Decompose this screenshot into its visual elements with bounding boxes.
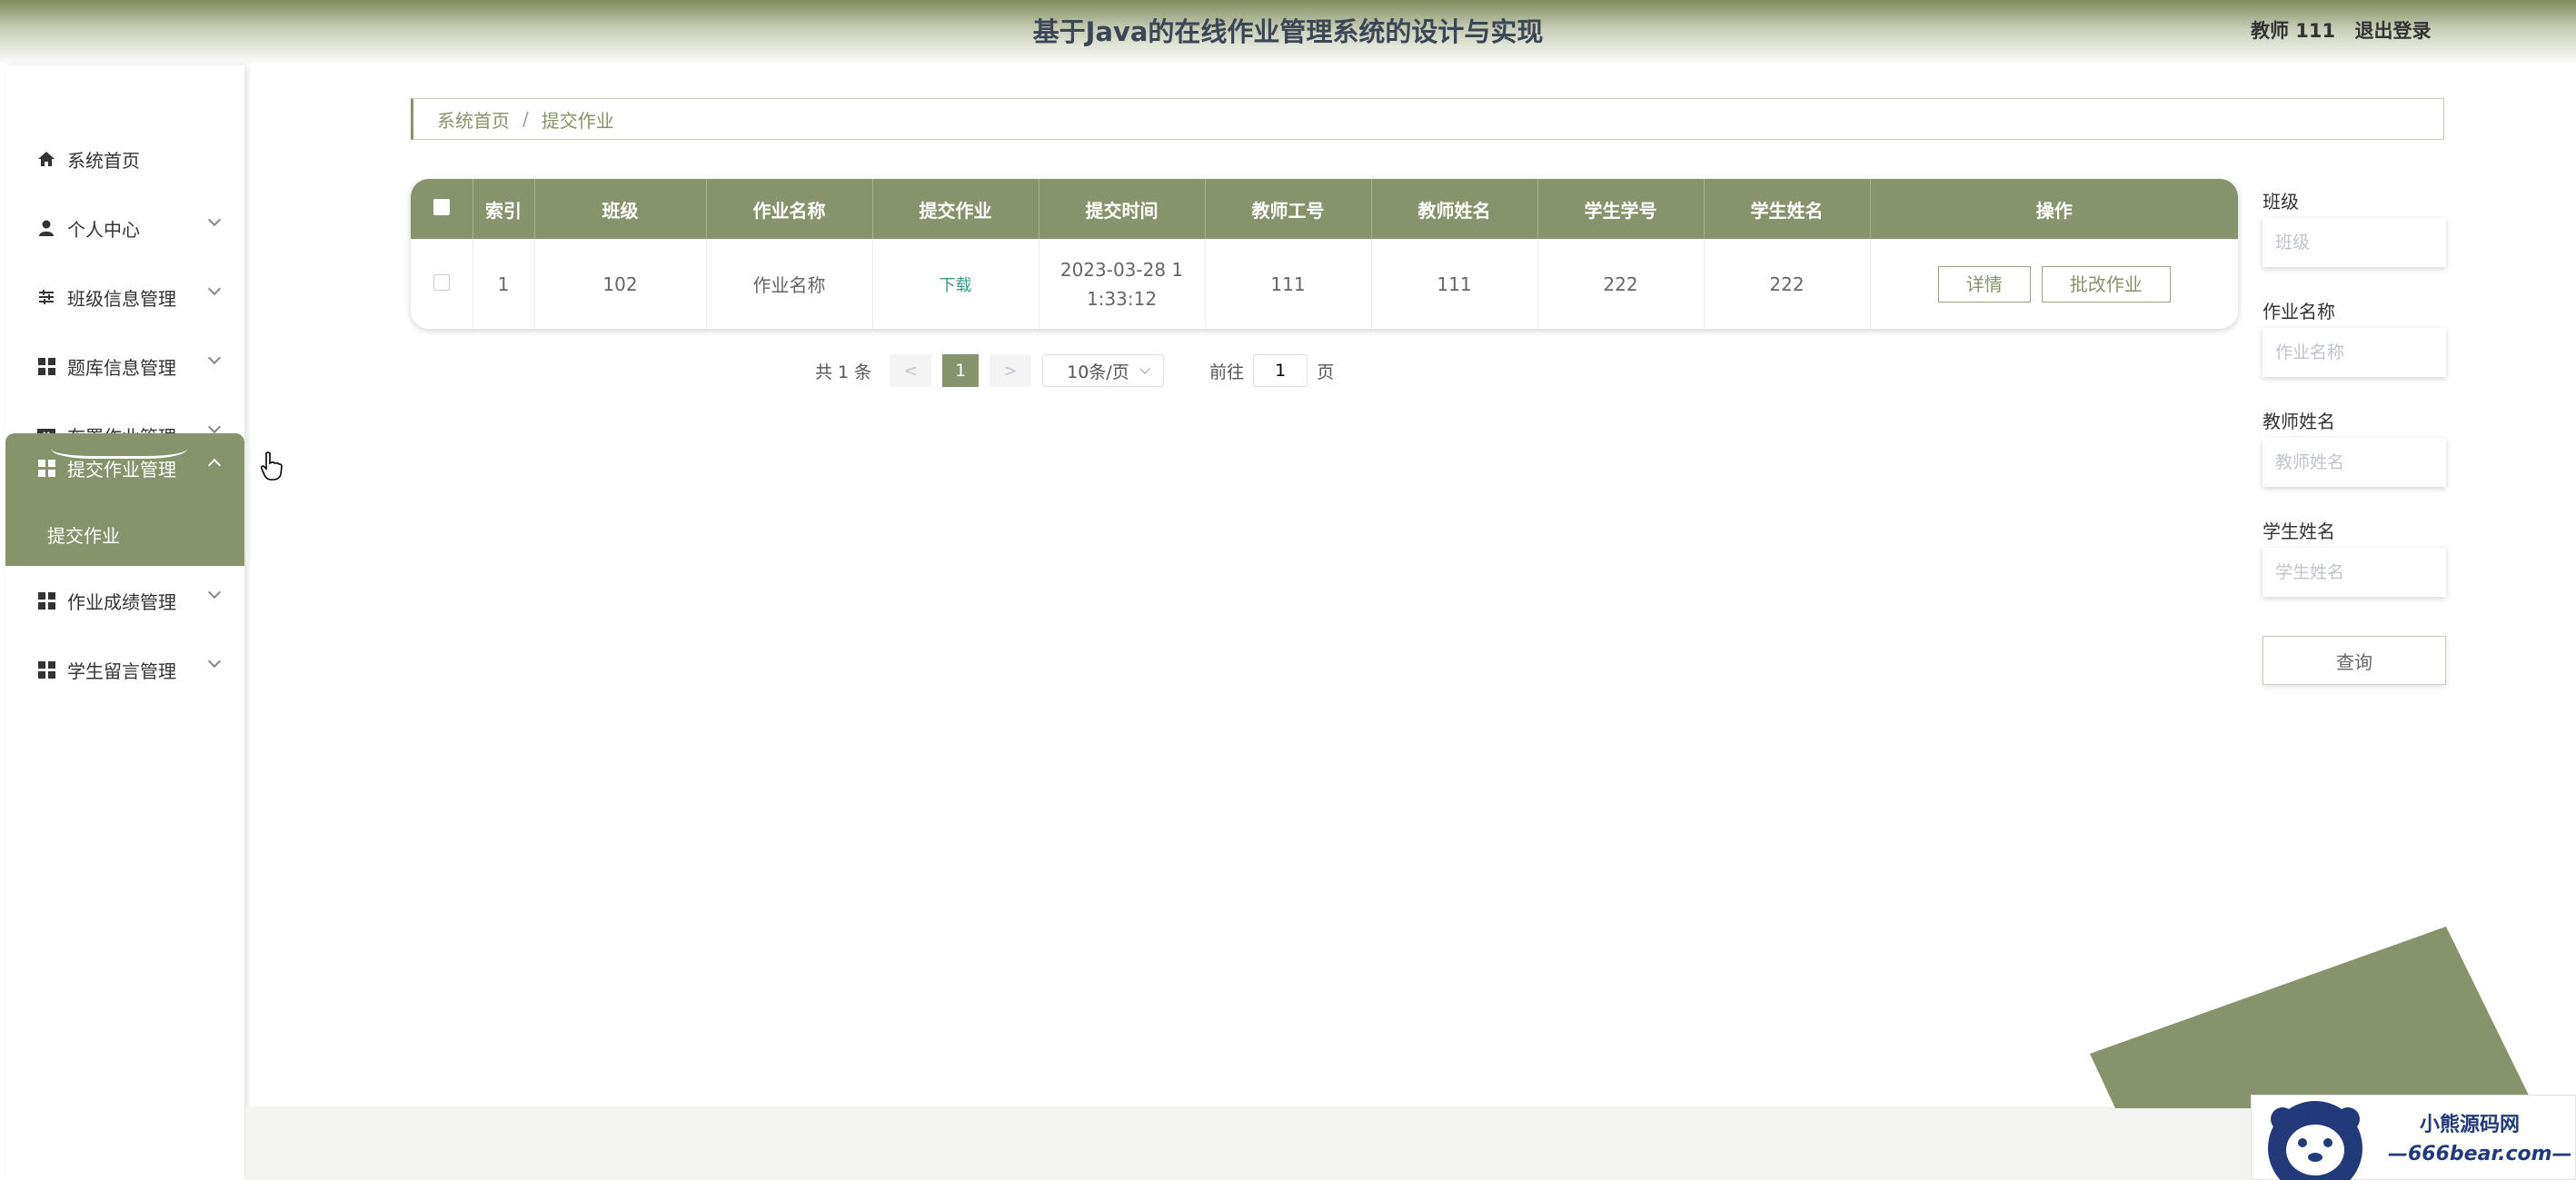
column-header: 提交时间 (1039, 179, 1206, 239)
page-number-current[interactable]: 1 (942, 354, 980, 387)
sliders-icon (36, 287, 56, 307)
table-row: 1 102 作业名称 下载 2023-03-28 11:33:12 111 11… (411, 239, 2238, 329)
user-area: 教师 111 退出登录 (2251, 16, 2443, 44)
cell-student-id: 222 (1537, 239, 1705, 329)
column-header: 提交作业 (872, 179, 1039, 239)
sidebar-item-submit-homework[interactable]: 提交作业管理 (5, 433, 244, 502)
column-header: 索引 (472, 179, 535, 239)
column-header: 学生姓名 (1704, 179, 1871, 239)
bear-logo-icon (2268, 1101, 2362, 1180)
grid-icon (36, 356, 56, 376)
chevron-down-icon (207, 654, 222, 669)
top-header: 基于Java的在线作业管理系统的设计与实现 教师 111 退出登录 (0, 0, 2576, 65)
home-icon (36, 149, 56, 169)
cell-teacher-name: 111 (1371, 239, 1538, 329)
grid-icon (36, 458, 56, 478)
chevron-down-icon (207, 420, 222, 434)
column-header: 教师工号 (1205, 179, 1372, 239)
chevron-down-icon (207, 351, 222, 365)
watermark-url: —666bear.com— (2388, 1143, 2572, 1165)
class-search-input[interactable] (2263, 218, 2446, 267)
watermark-logo: 小熊源码网 —666bear.com— (2251, 1095, 2576, 1180)
column-header: 班级 (534, 179, 707, 239)
page-title: 基于Java的在线作业管理系统的设计与实现 (1032, 16, 1544, 47)
app-window: 基于Java的在线作业管理系统的设计与实现 教师 111 退出登录 系统首页 个… (0, 0, 2576, 1180)
column-header: 操作 (1870, 179, 2238, 239)
row-checkbox-cell[interactable] (411, 239, 473, 329)
column-header: 教师姓名 (1371, 179, 1538, 239)
sidebar-item-label: 个人中心 (67, 218, 140, 241)
search-button[interactable]: 查询 (2263, 636, 2446, 685)
detail-button[interactable]: 详情 (1937, 265, 2031, 302)
next-page-button[interactable]: > (990, 354, 1032, 387)
cell-student-name: 222 (1704, 239, 1871, 329)
column-header: 作业名称 (706, 179, 873, 239)
student-name-search-input[interactable] (2263, 548, 2446, 597)
cell-submit-time: 2023-03-28 11:33:12 (1039, 239, 1206, 329)
page-unit-label: 页 (1317, 362, 1335, 382)
column-header: 学生学号 (1537, 179, 1705, 239)
cell-index: 1 (472, 239, 535, 329)
teacher-name-label: 教师姓名 (2263, 411, 2335, 432)
prev-page-button[interactable]: < (890, 354, 932, 387)
logout-link[interactable]: 退出登录 (2354, 20, 2431, 42)
goto-label: 前往 (1209, 362, 1245, 382)
page-size-select[interactable]: 10条/页 (1042, 354, 1165, 387)
class-label: 班级 (2263, 191, 2299, 213)
select-all-checkbox[interactable] (433, 199, 450, 215)
sidebar-item-label: 班级信息管理 (67, 287, 176, 310)
homework-name-search-input[interactable] (2263, 328, 2446, 377)
homework-name-label: 作业名称 (2263, 301, 2335, 322)
chevron-up-icon (207, 458, 222, 472)
grid-icon (36, 659, 56, 679)
cell-homework-name: 作业名称 (706, 239, 873, 329)
sidebar-item-grades[interactable]: 作业成绩管理 (5, 566, 244, 635)
pagination: 共 1 条 < 1 > 10条/页 前往 页 (815, 352, 1334, 389)
user-icon (36, 218, 56, 238)
sidebar-item-label: 学生留言管理 (67, 659, 176, 682)
breadcrumb-home-link[interactable]: 系统首页 (437, 106, 510, 133)
sidebar-item-label: 系统首页 (67, 149, 140, 172)
breadcrumb-separator: / (522, 108, 529, 130)
grid-icon (36, 590, 56, 610)
breadcrumb-current: 提交作业 (541, 109, 614, 132)
watermark-title: 小熊源码网 (2420, 1114, 2521, 1136)
pagination-total: 共 1 条 (815, 362, 872, 382)
sidebar-item-label: 题库信息管理 (67, 356, 176, 379)
cell-class: 102 (534, 239, 707, 329)
submenu-item-submit-homework[interactable]: 提交作业 (5, 502, 244, 566)
user-name: 教师 111 (2251, 20, 2336, 42)
table-header-row: 索引 班级 作业名称 提交作业 提交时间 教师工号 教师姓名 学生学号 学生姓名… (411, 179, 2238, 239)
sidebar-item-class-info[interactable]: 班级信息管理 (5, 263, 244, 332)
grade-homework-button[interactable]: 批改作业 (2041, 265, 2171, 302)
homework-table: 索引 班级 作业名称 提交作业 提交时间 教师工号 教师姓名 学生学号 学生姓名… (411, 179, 2238, 329)
sidebar: 系统首页 个人中心 班级信息管理 题库信息管理 布置作业管理 (5, 65, 244, 1180)
sidebar-item-messages[interactable]: 学生留言管理 (5, 635, 244, 704)
download-link[interactable]: 下载 (940, 276, 972, 295)
student-name-label: 学生姓名 (2263, 521, 2335, 542)
goto-page-input[interactable] (1253, 354, 1308, 387)
search-panel: 班级 作业名称 教师姓名 学生姓名 查询 (2263, 187, 2446, 685)
chevron-down-icon (207, 213, 222, 227)
hand-cursor-icon (260, 451, 283, 481)
cell-teacher-id: 111 (1205, 239, 1372, 329)
menu-highlight-swoosh (51, 439, 187, 459)
sidebar-item-home[interactable]: 系统首页 (5, 124, 244, 193)
select-all-checkbox-cell[interactable] (411, 179, 473, 239)
breadcrumb: 系统首页 / 提交作业 (411, 98, 2444, 140)
sidebar-item-profile[interactable]: 个人中心 (5, 193, 244, 263)
cell-download: 下载 (872, 239, 1039, 329)
cell-actions: 详情 批改作业 (1870, 239, 2238, 329)
teacher-name-search-input[interactable] (2263, 438, 2446, 487)
chevron-down-icon (207, 282, 222, 296)
chevron-down-icon (207, 585, 222, 600)
sidebar-item-question-bank[interactable]: 题库信息管理 (5, 332, 244, 401)
sidebar-item-label: 作业成绩管理 (67, 590, 176, 613)
row-checkbox[interactable] (433, 273, 450, 291)
